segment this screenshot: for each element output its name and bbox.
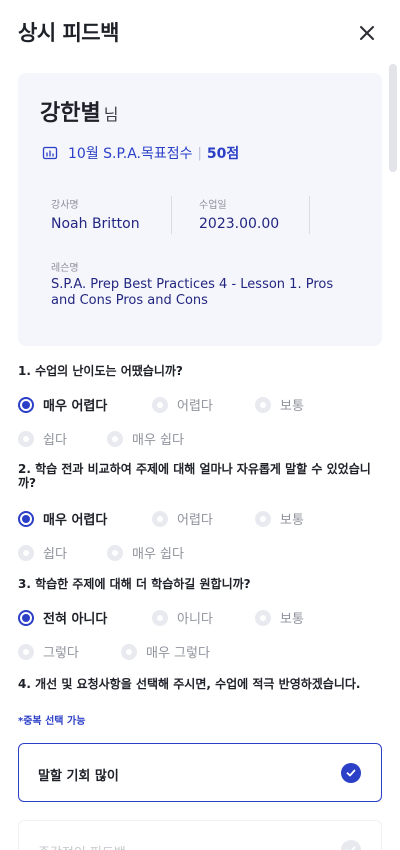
question-4: 4. 개선 및 요청사항을 선택해 주시면, 수업에 적극 반영하겠습니다.: [18, 677, 361, 691]
goal-score-line: 10월 S.P.A.목표점수 | 50점: [42, 143, 239, 163]
q1-option-hard[interactable]: 어렵다: [152, 395, 213, 414]
q1-option-normal[interactable]: 보통: [255, 395, 304, 414]
multi-select-note: *중복 선택 가능: [18, 716, 86, 727]
date-value: 2023.00.00: [199, 216, 280, 232]
q1-option-easy[interactable]: 쉽다: [18, 429, 67, 448]
honorific: 님: [103, 105, 119, 124]
student-name-text: 강한별: [40, 101, 101, 126]
lesson-label: 레슨명: [51, 263, 79, 274]
radio-icon[interactable]: [121, 643, 137, 660]
divider: [309, 196, 310, 234]
radio-icon[interactable]: [18, 643, 34, 660]
radio-selected-icon[interactable]: [18, 396, 34, 413]
radio-icon[interactable]: [18, 544, 34, 561]
q3-option-no[interactable]: 아니다: [152, 608, 213, 627]
radio-icon[interactable]: [152, 510, 168, 527]
divider: [171, 196, 172, 234]
radio-icon[interactable]: [107, 544, 123, 561]
check-circle-icon[interactable]: [341, 763, 361, 783]
check-circle-icon[interactable]: [341, 840, 361, 850]
header: 상시 피드백: [0, 0, 400, 64]
q3-option-not-at-all[interactable]: 전혀 아니다: [18, 608, 107, 627]
radio-icon[interactable]: [152, 609, 168, 626]
q1-option-very-easy[interactable]: 매우 쉽다: [107, 429, 184, 448]
q2-option-very-easy[interactable]: 매우 쉽다: [107, 543, 184, 562]
radio-icon[interactable]: [255, 510, 271, 527]
close-button[interactable]: [352, 18, 382, 48]
teacher-label: 강사명: [51, 200, 79, 211]
q3-option-normal[interactable]: 보통: [255, 608, 304, 627]
teacher-value: Noah Britton: [51, 216, 140, 232]
question-1: 1. 수업의 난이도는 어땠습니까?: [18, 364, 183, 378]
radio-selected-icon[interactable]: [18, 609, 34, 626]
scrollbar-thumb[interactable]: [389, 64, 397, 172]
goal-score: 50점: [206, 146, 240, 162]
radio-icon[interactable]: [107, 430, 123, 447]
question-3: 3. 학습한 주제에 대해 더 학습하길 원합니까?: [18, 577, 251, 591]
chart-icon: [42, 146, 58, 160]
goal-divider: |: [197, 145, 202, 161]
q2-option-hard[interactable]: 어렵다: [152, 509, 213, 528]
q2-option-easy[interactable]: 쉽다: [18, 543, 67, 562]
radio-icon[interactable]: [255, 609, 271, 626]
q2-option-very-hard[interactable]: 매우 어렵다: [18, 509, 107, 528]
lesson-value: S.P.A. Prep Best Practices 4 - Lesson 1.…: [51, 277, 334, 308]
page-title: 상시 피드백: [18, 21, 119, 45]
goal-text: 10월 S.P.A.목표점수: [68, 146, 193, 162]
request-choice-immediate-feedback[interactable]: 즉각적인 피드백: [18, 820, 382, 850]
question-2: 2. 학습 전과 비교하여 주제에 대해 얼마나 자유롭게 말할 수 있었습니까…: [18, 462, 371, 490]
q3-option-very-yes[interactable]: 매우 그렇다: [121, 642, 210, 661]
choice-label: 즉각적인 피드백: [38, 842, 126, 850]
choice-label: 말할 기회 많이: [38, 769, 119, 784]
request-choice-more-speaking[interactable]: 말할 기회 많이: [18, 743, 382, 802]
radio-icon[interactable]: [18, 430, 34, 447]
q1-option-very-hard[interactable]: 매우 어렵다: [18, 395, 107, 414]
radio-selected-icon[interactable]: [18, 510, 34, 527]
student-name: 강한별 님: [40, 95, 118, 127]
radio-icon[interactable]: [255, 396, 271, 413]
radio-icon[interactable]: [152, 396, 168, 413]
lesson-info-card: 강한별 님 10월 S.P.A.목표점수 | 50점 강사명 Noah Britt…: [18, 73, 382, 346]
close-icon[interactable]: [352, 18, 382, 48]
date-label: 수업일: [199, 200, 227, 211]
q3-option-yes[interactable]: 그렇다: [18, 642, 79, 661]
q2-option-normal[interactable]: 보통: [255, 509, 304, 528]
